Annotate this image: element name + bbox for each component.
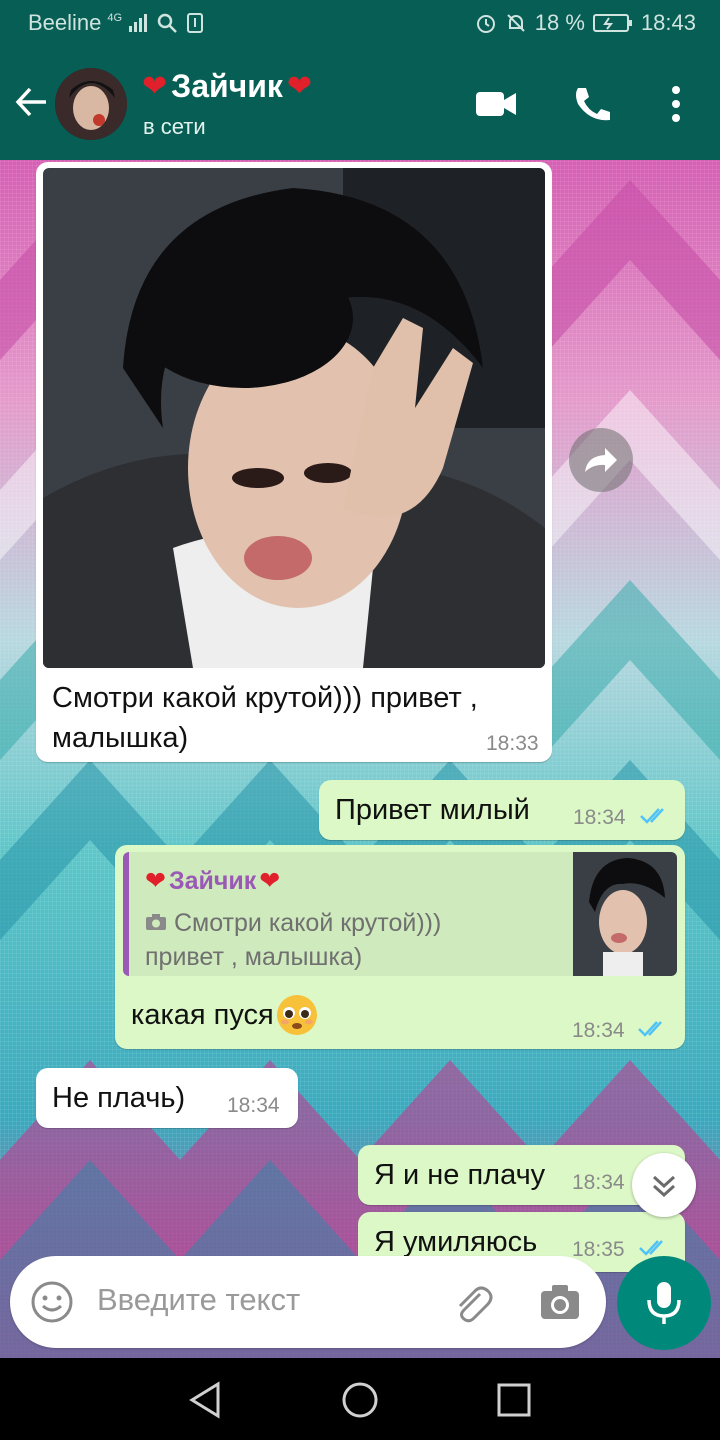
message-time: 18:34 (573, 806, 626, 829)
quote-thumbnail (573, 852, 677, 976)
mic-button[interactable] (617, 1256, 711, 1350)
quote-line1: Смотри какой крутой))) (173, 909, 442, 937)
message-outgoing[interactable]: Привет милый 18:34 (319, 780, 685, 840)
quote-line2: привет , малышка) (145, 943, 363, 971)
attachment-icon[interactable] (450, 1280, 494, 1324)
notifications-off-icon (507, 14, 525, 32)
message-input-bar[interactable]: Введите текст (10, 1256, 606, 1348)
heart-icon: ❤ (286, 70, 313, 103)
more-vert-icon[interactable] (654, 84, 698, 124)
sim-icon (187, 13, 204, 33)
emoji-icon[interactable] (30, 1280, 74, 1324)
mic-icon (647, 1282, 681, 1324)
battery-charging-icon (592, 14, 632, 32)
message-time: 18:34 (227, 1094, 280, 1117)
message-caption-line1: Смотри какой крутой))) привет , (52, 682, 478, 714)
chat-header: ❤ Зайчик ❤ в сети (0, 48, 720, 160)
arrow-left-icon[interactable] (14, 84, 50, 120)
quote-author: ❤ Зайчик ❤ (145, 866, 280, 896)
message-text: Не плачь) (52, 1082, 186, 1114)
heart-icon: ❤ (142, 70, 168, 103)
system-nav-bar (0, 1358, 720, 1440)
avatar-photo (55, 68, 127, 140)
nav-recents-icon[interactable] (494, 1380, 534, 1420)
battery-percent: 18 % (534, 10, 585, 35)
message-incoming-image[interactable]: Смотри какой крутой))) привет , малышка)… (36, 162, 552, 762)
message-text: Привет милый (335, 794, 530, 826)
contact-status: в сети (143, 114, 206, 139)
message-time: 18:34 (572, 1171, 625, 1194)
camera-icon[interactable] (538, 1280, 582, 1324)
signal-icon (129, 14, 148, 32)
pleading-face-emoji-icon (276, 995, 317, 1035)
message-time: 18:33 (486, 732, 539, 755)
network-type-label: 4G (107, 12, 123, 24)
quote-author-name: Зайчик (168, 866, 257, 895)
quote-text: Смотри какой крутой))) привет , малышка) (145, 906, 441, 974)
status-bar: Beeline 4G 18 % 18:43 (0, 0, 720, 48)
message-input[interactable]: Введите текст (97, 1282, 300, 1318)
double-check-icon (639, 1240, 663, 1256)
contact-name-text: Зайчик (171, 68, 283, 104)
quoted-message[interactable]: ❤ Зайчик ❤ Смотри какой крутой))) привет… (123, 852, 677, 976)
video-call-icon[interactable] (474, 84, 518, 124)
forward-button[interactable] (569, 428, 633, 492)
message-text-content: какая пуся (131, 999, 274, 1031)
chat-area[interactable]: Смотри какой крутой))) привет , малышка)… (0, 160, 720, 1358)
camera-small-icon (145, 909, 174, 937)
clock: 18:43 (640, 10, 696, 35)
message-caption-line2: малышка) (52, 722, 189, 754)
message-incoming[interactable]: Не плачь) 18:34 (36, 1068, 298, 1128)
alarm-icon (476, 15, 495, 33)
heart-icon: ❤ (145, 867, 166, 895)
double-chevron-down-icon (652, 1175, 676, 1198)
phone-icon[interactable] (570, 84, 614, 124)
double-check-icon (638, 1021, 662, 1037)
double-check-icon (640, 808, 664, 824)
quote-accent-bar (123, 852, 129, 976)
message-text: Я и не плачу (374, 1159, 546, 1191)
carrier-label: Beeline (28, 10, 102, 35)
contact-name[interactable]: ❤ Зайчик ❤ (142, 68, 312, 105)
message-text: какая пуся (131, 992, 320, 1038)
photo-image (43, 168, 545, 668)
nav-back-icon[interactable] (186, 1380, 226, 1420)
message-photo[interactable] (43, 168, 545, 668)
nav-home-icon[interactable] (340, 1380, 380, 1420)
forward-icon (585, 448, 617, 472)
heart-icon: ❤ (259, 867, 281, 895)
message-time: 18:34 (572, 1019, 625, 1042)
scroll-down-button[interactable] (632, 1153, 696, 1217)
contact-avatar[interactable] (55, 68, 127, 140)
message-outgoing-reply[interactable]: ❤ Зайчик ❤ Смотри какой крутой))) привет… (115, 845, 685, 1049)
search-icon (157, 13, 177, 33)
